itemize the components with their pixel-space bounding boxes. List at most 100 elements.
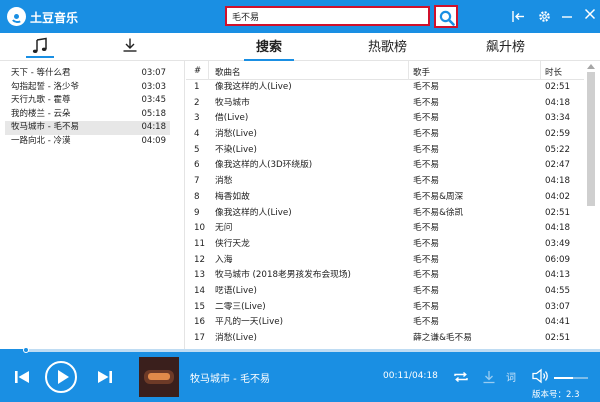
next-track-button[interactable] xyxy=(97,369,113,388)
search-icon xyxy=(439,10,455,26)
download-song-button[interactable] xyxy=(482,370,496,387)
song-artist: 毛不易 xyxy=(413,176,440,187)
table-row[interactable]: 10 无问 毛不易 04:18 xyxy=(186,221,584,237)
repeat-icon xyxy=(454,371,468,383)
playlist-item[interactable]: 我的楼兰 - 云朵 05:18 xyxy=(5,108,170,122)
playlist-item-duration: 04:09 xyxy=(141,135,167,146)
scrollbar[interactable] xyxy=(586,64,596,350)
table-row[interactable]: 4 消愁(Live) 毛不易 02:59 xyxy=(186,127,584,143)
playlist: 天下 - 等什么君 03:07 勾指起誓 - 洛少爷 03:03 天行九歌 - 霍尊 03… xyxy=(5,67,170,149)
song-number: 17 xyxy=(194,333,206,343)
progress-bar[interactable] xyxy=(0,347,600,353)
song-title: 平凡的一天(Live) xyxy=(215,317,283,328)
song-artist: 毛不易 xyxy=(413,113,440,124)
song-duration: 05:22 xyxy=(545,144,571,155)
playlist-item-title: 天行九歌 - 霍尊 xyxy=(11,95,71,106)
song-artist: 毛不易 xyxy=(413,97,440,108)
table-row[interactable]: 13 牧马城市 (2018老男孩发布会现场) 毛不易 04:13 xyxy=(186,268,584,284)
volume-button[interactable] xyxy=(532,368,550,387)
previous-track-button[interactable] xyxy=(14,369,30,388)
tab-downloads[interactable] xyxy=(122,37,142,55)
music-note-icon xyxy=(32,37,47,53)
volume-icon xyxy=(532,368,548,384)
song-artist: 毛不易 xyxy=(413,144,440,155)
song-artist: 毛不易&周深 xyxy=(413,191,464,202)
minimize-icon[interactable] xyxy=(560,9,575,24)
lyrics-button[interactable]: 词 xyxy=(506,369,516,384)
progress-fill xyxy=(0,349,26,352)
table-row[interactable]: 17 消愁(Live) 薛之谦&毛不易 02:51 xyxy=(186,331,584,347)
tab-music-list[interactable] xyxy=(26,37,54,58)
header-artist[interactable]: 歌手 xyxy=(413,66,430,78)
scrollbar-thumb[interactable] xyxy=(587,72,595,206)
song-number: 16 xyxy=(194,317,206,328)
download-icon xyxy=(123,38,137,52)
song-title: 侠行天龙 xyxy=(215,238,250,249)
song-title: 消愁 xyxy=(215,176,233,187)
table-row[interactable]: 3 借(Live) 毛不易 03:34 xyxy=(186,111,584,127)
song-artist: 毛不易 xyxy=(413,317,440,328)
progress-handle[interactable] xyxy=(22,347,29,353)
song-number: 6 xyxy=(194,160,200,171)
play-button[interactable] xyxy=(45,361,77,393)
song-number: 8 xyxy=(194,191,200,202)
scroll-up-arrow-icon[interactable] xyxy=(587,64,595,69)
song-title: 梅香如故 xyxy=(215,191,250,202)
song-title: 呓语(Live) xyxy=(215,285,257,296)
repeat-mode-button[interactable] xyxy=(453,370,469,387)
song-title: 二零三(Live) xyxy=(215,301,266,312)
song-artist: 毛不易&徐凯 xyxy=(413,207,464,218)
header-title[interactable]: 歌曲名 xyxy=(215,66,241,78)
song-artist: 毛不易 xyxy=(413,285,440,296)
song-title: 牧马城市 (2018老男孩发布会现场) xyxy=(215,270,351,281)
playlist-item[interactable]: 牧马城市 - 毛不易 04:18 xyxy=(5,121,170,135)
song-duration: 02:51 xyxy=(545,333,571,343)
gear-icon[interactable] xyxy=(537,9,552,24)
song-duration: 04:18 xyxy=(545,223,571,234)
table-row[interactable]: 11 侠行天龙 毛不易 03:49 xyxy=(186,237,584,253)
mini-mode-icon[interactable] xyxy=(511,9,526,24)
table-header: # 歌曲名 歌手 时长 xyxy=(186,61,584,80)
song-artist: 毛不易 xyxy=(413,270,440,281)
search-input[interactable] xyxy=(225,6,430,26)
table-row[interactable]: 7 消愁 毛不易 04:18 xyxy=(186,174,584,190)
table-row[interactable]: 12 入海 毛不易 06:09 xyxy=(186,253,584,269)
table-row[interactable]: 15 二零三(Live) 毛不易 03:07 xyxy=(186,300,584,316)
playlist-item-duration: 03:45 xyxy=(141,95,167,106)
playlist-item-duration: 05:18 xyxy=(141,108,167,119)
table-row[interactable]: 14 呓语(Live) 毛不易 04:55 xyxy=(186,284,584,300)
album-cover[interactable] xyxy=(139,357,179,397)
playlist-item[interactable]: 一路向北 - 冷漠 04:09 xyxy=(5,135,170,149)
volume-slider[interactable] xyxy=(554,377,588,379)
table-row[interactable]: 1 像我这样的人(Live) 毛不易 02:51 xyxy=(186,80,584,96)
search-button[interactable] xyxy=(434,5,458,28)
song-table: 1 像我这样的人(Live) 毛不易 02:51 2 牧马城市 毛不易 04:18 3 借(Liv… xyxy=(186,80,584,347)
playlist-item-title: 勾指起誓 - 洛少爷 xyxy=(11,81,79,92)
table-row[interactable]: 2 牧马城市 毛不易 04:18 xyxy=(186,96,584,112)
playlist-panel: 天下 - 等什么君 03:07 勾指起誓 - 洛少爷 03:03 天行九歌 - 霍尊 03… xyxy=(0,61,185,352)
app-logo-icon xyxy=(7,7,26,26)
close-icon[interactable] xyxy=(584,8,599,23)
volume-level xyxy=(554,377,573,379)
table-row[interactable]: 6 像我这样的人(3D环绕版) 毛不易 02:47 xyxy=(186,158,584,174)
tab-hot-chart[interactable]: 热歌榜 xyxy=(368,36,407,55)
song-number: 3 xyxy=(194,113,200,124)
song-number: 9 xyxy=(194,207,200,218)
playlist-item[interactable]: 天行九歌 - 霍尊 03:45 xyxy=(5,94,170,108)
playlist-item[interactable]: 勾指起誓 - 洛少爷 03:03 xyxy=(5,81,170,95)
tab-rising-chart[interactable]: 飙升榜 xyxy=(486,36,525,55)
table-row[interactable]: 8 梅香如故 毛不易&周深 04:02 xyxy=(186,190,584,206)
header-duration[interactable]: 时长 xyxy=(545,66,562,78)
tab-row: 搜索 热歌榜 飙升榜 xyxy=(0,33,600,61)
header-divider xyxy=(208,61,209,80)
song-duration: 02:51 xyxy=(545,82,571,92)
song-title: 牧马城市 xyxy=(215,97,250,108)
playlist-item[interactable]: 天下 - 等什么君 03:07 xyxy=(5,67,170,81)
tab-search[interactable]: 搜索 xyxy=(243,36,295,61)
song-artist: 毛不易 xyxy=(413,301,440,312)
playlist-item-duration: 04:18 xyxy=(141,122,167,133)
table-row[interactable]: 16 平凡的一天(Live) 毛不易 04:41 xyxy=(186,315,584,331)
table-row[interactable]: 5 不染(Live) 毛不易 05:22 xyxy=(186,143,584,159)
table-row[interactable]: 9 像我这样的人(Live) 毛不易&徐凯 02:51 xyxy=(186,206,584,222)
song-title: 无问 xyxy=(215,223,233,234)
